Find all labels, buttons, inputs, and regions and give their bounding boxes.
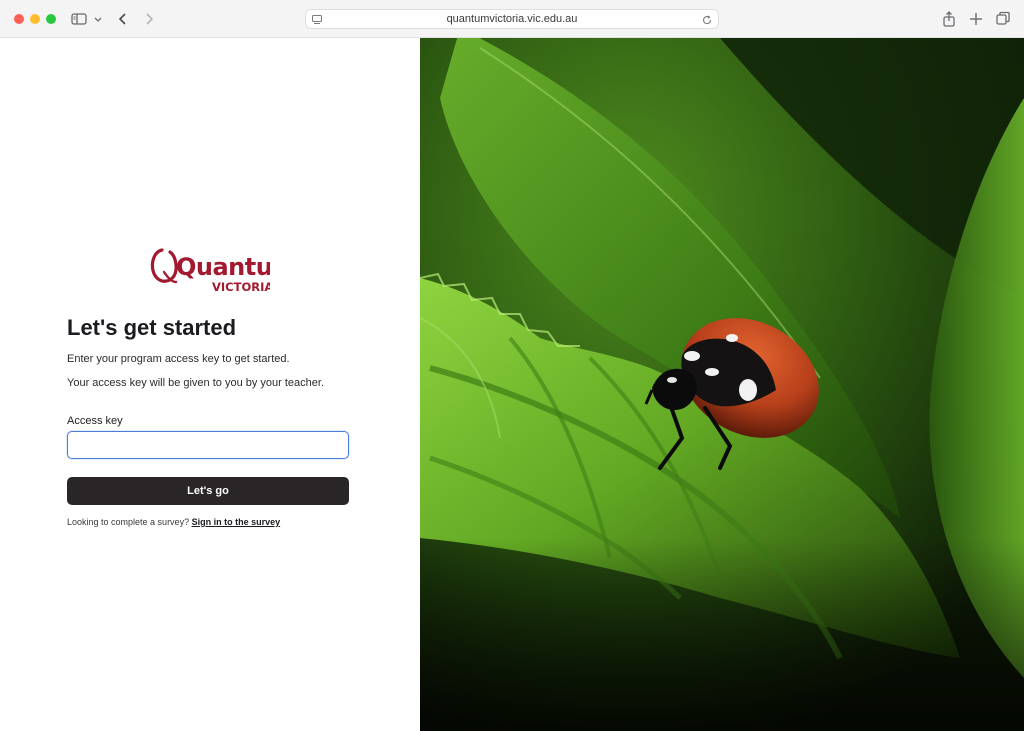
survey-sign-in-link[interactable]: Sign in to the survey bbox=[192, 517, 281, 527]
survey-prompt-text: Looking to complete a survey? bbox=[67, 517, 190, 527]
share-icon[interactable] bbox=[940, 10, 958, 28]
sidebar-icon[interactable] bbox=[70, 10, 88, 28]
chevron-down-icon[interactable] bbox=[92, 10, 104, 28]
access-key-label: Access key bbox=[67, 415, 123, 427]
logo-subtext: VICTORIA bbox=[212, 280, 270, 294]
lets-go-button[interactable]: Let's go bbox=[67, 477, 349, 505]
forward-icon[interactable] bbox=[140, 10, 158, 28]
minimize-window-button[interactable] bbox=[30, 14, 40, 24]
reload-icon[interactable] bbox=[701, 13, 713, 25]
ladybug-on-leaf-photo bbox=[420, 38, 1024, 731]
plus-icon[interactable] bbox=[967, 10, 985, 28]
url-text: quantumvictoria.vic.edu.au bbox=[446, 13, 578, 25]
zoom-window-button[interactable] bbox=[46, 14, 56, 24]
address-bar[interactable]: quantumvictoria.vic.edu.au bbox=[305, 9, 719, 29]
browser-toolbar: quantumvictoria.vic.edu.au bbox=[0, 0, 1024, 38]
tabs-overview-icon[interactable] bbox=[994, 10, 1012, 28]
intro-text: Enter your program access key to get sta… bbox=[67, 353, 290, 365]
login-panel: Quantum VICTORIA Let's get started Enter… bbox=[0, 38, 420, 731]
page-title: Let's get started bbox=[67, 315, 237, 340]
hero-image bbox=[420, 38, 1024, 731]
survey-prompt: Looking to complete a survey? Sign in to… bbox=[67, 517, 280, 527]
helper-text: Your access key will be given to you by … bbox=[67, 377, 325, 389]
close-window-button[interactable] bbox=[14, 14, 24, 24]
back-icon[interactable] bbox=[114, 10, 132, 28]
quantum-victoria-logo: Quantum VICTORIA bbox=[150, 242, 297, 294]
access-key-input[interactable] bbox=[67, 431, 349, 459]
logo-text: Quantum bbox=[176, 253, 270, 281]
